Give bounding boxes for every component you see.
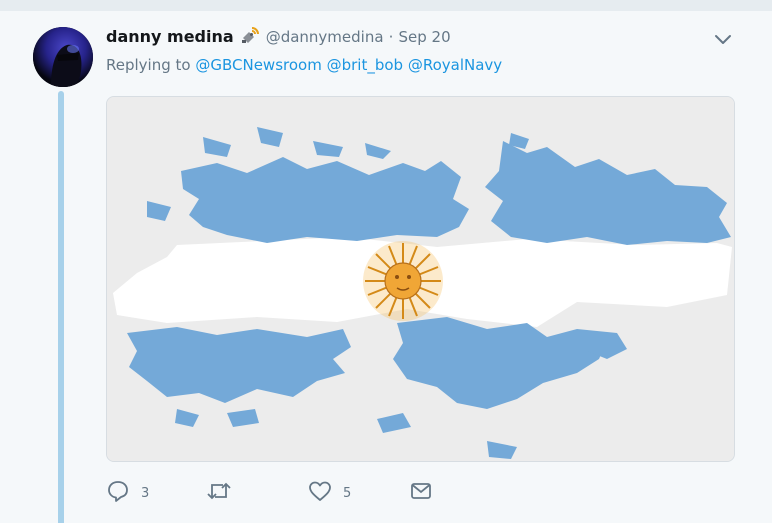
- retweet-icon: [206, 480, 232, 506]
- direct-message-button[interactable]: [409, 481, 433, 505]
- mention-link[interactable]: @brit_bob: [327, 56, 403, 74]
- reply-count: 3: [141, 485, 150, 501]
- replying-to: Replying to @GBCNewsroom @brit_bob @Roya…: [106, 56, 502, 74]
- thread-line: [58, 91, 64, 523]
- heart-icon: [308, 480, 332, 506]
- reply-icon: [106, 480, 130, 506]
- satellite-icon: [240, 26, 260, 48]
- tweet-card[interactable]: danny medina @dannymedina · Sep 20 Reply…: [0, 10, 772, 523]
- tweet-header: danny medina @dannymedina · Sep 20: [106, 26, 451, 48]
- author-handle[interactable]: @dannymedina: [266, 28, 384, 46]
- avatar[interactable]: [33, 27, 93, 87]
- reply-button[interactable]: 3: [106, 481, 149, 505]
- envelope-icon: [409, 480, 433, 506]
- falklands-flag-map-image: [107, 97, 734, 461]
- tweet-date[interactable]: Sep 20: [399, 28, 451, 46]
- like-count: 5: [343, 485, 352, 501]
- tweet-actions: 3 5: [106, 481, 506, 505]
- mention-link[interactable]: @RoyalNavy: [408, 56, 502, 74]
- author-name[interactable]: danny medina: [106, 27, 234, 46]
- retweet-button[interactable]: [206, 481, 243, 505]
- tweet-media[interactable]: [106, 96, 735, 462]
- mention-link[interactable]: @GBCNewsroom: [195, 56, 321, 74]
- avatar-image: [33, 27, 93, 87]
- like-button[interactable]: 5: [308, 481, 351, 505]
- replying-prefix: Replying to: [106, 56, 191, 74]
- header-separator: ·: [388, 28, 394, 46]
- chevron-down-icon[interactable]: [712, 31, 734, 49]
